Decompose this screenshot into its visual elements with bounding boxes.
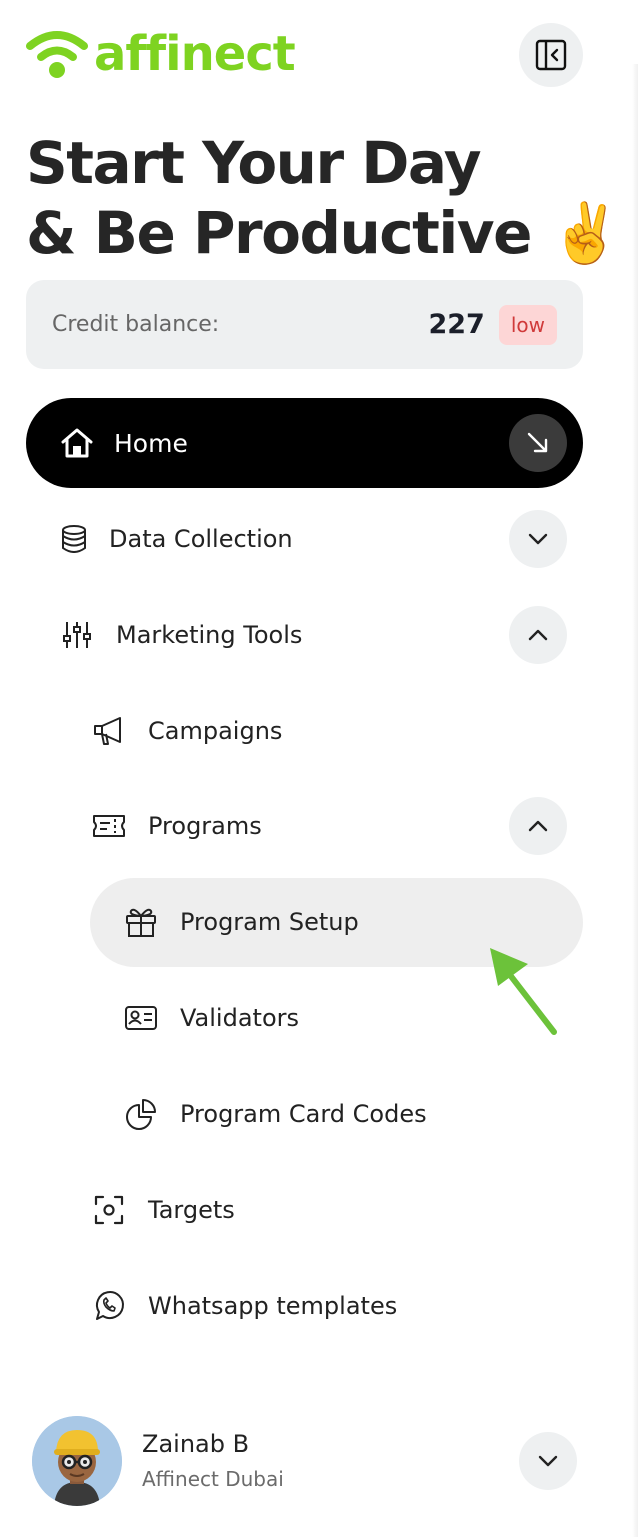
- chevron-down-icon: [527, 532, 549, 546]
- headline-line-2-text: & Be Productive: [26, 199, 532, 267]
- credit-balance-value: 227: [428, 309, 485, 340]
- credit-balance-card: Credit balance: 227 low: [26, 280, 583, 369]
- scan-icon: [92, 1194, 126, 1226]
- victory-hand-emoji: ✌️: [549, 199, 622, 267]
- nav-item-validators[interactable]: Validators: [124, 994, 299, 1042]
- credit-status-badge: low: [498, 304, 557, 345]
- ticket-icon: [92, 813, 126, 839]
- headline-line-1: Start Your Day: [26, 129, 482, 197]
- home-icon: [60, 426, 94, 460]
- brand-name: affinect: [94, 26, 296, 82]
- pie-chart-icon: [124, 1097, 158, 1131]
- nav-item-programs-label: Programs: [148, 812, 262, 840]
- nav-item-programs[interactable]: Programs: [92, 802, 262, 850]
- nav-item-program-setup-label: Program Setup: [180, 908, 359, 936]
- chevron-up-icon: [527, 628, 549, 642]
- programs-collapse-button[interactable]: [509, 797, 567, 855]
- id-card-icon: [124, 1004, 158, 1032]
- user-menu-button[interactable]: [519, 1432, 577, 1490]
- marketing-tools-collapse-button[interactable]: [509, 606, 567, 664]
- nav-item-marketing-tools-label: Marketing Tools: [116, 621, 303, 649]
- chevron-down-icon: [537, 1454, 559, 1468]
- megaphone-icon: [92, 715, 126, 747]
- headline-line-2: & Be Productive ✌️: [26, 198, 622, 268]
- sliders-icon: [62, 620, 92, 650]
- nav-item-home[interactable]: Home: [26, 398, 583, 488]
- gift-icon: [124, 905, 158, 939]
- nav-item-campaigns[interactable]: Campaigns: [92, 707, 282, 755]
- page-headline: Start Your Day & Be Productive ✌️: [26, 128, 622, 268]
- nav-item-data-collection-label: Data Collection: [109, 525, 293, 553]
- collapse-sidebar-button[interactable]: [519, 23, 583, 87]
- annotation-arrow: [490, 948, 557, 1035]
- user-organization: Affinect Dubai: [142, 1467, 284, 1491]
- home-open-button[interactable]: [509, 414, 567, 472]
- nav-item-campaigns-label: Campaigns: [148, 717, 283, 745]
- user-name: Zainab B: [142, 1430, 250, 1458]
- nav-item-marketing-tools[interactable]: Marketing Tools: [62, 611, 302, 659]
- sidebar-edge-shadow: [632, 64, 638, 1537]
- nav-item-home-label: Home: [114, 428, 188, 458]
- whatsapp-icon: [92, 1289, 126, 1323]
- chevron-up-icon: [527, 819, 549, 833]
- database-icon: [60, 525, 88, 553]
- nav-item-program-card-codes-label: Program Card Codes: [180, 1100, 427, 1128]
- nav-item-whatsapp-templates[interactable]: Whatsapp templates: [92, 1282, 397, 1330]
- nav-item-data-collection[interactable]: Data Collection: [60, 515, 293, 563]
- data-collection-expand-button[interactable]: [509, 510, 567, 568]
- nav-item-whatsapp-templates-label: Whatsapp templates: [148, 1292, 398, 1320]
- nav-item-validators-label: Validators: [180, 1004, 300, 1032]
- wifi-logo-icon: [26, 28, 88, 80]
- nav-item-targets[interactable]: Targets: [92, 1186, 235, 1234]
- avatar[interactable]: [32, 1416, 122, 1506]
- nav-item-targets-label: Targets: [148, 1196, 235, 1224]
- arrow-down-right-icon: [525, 430, 551, 456]
- brand-logo[interactable]: affinect: [26, 26, 296, 82]
- nav-item-program-setup[interactable]: Program Setup: [124, 898, 359, 946]
- sidebar-collapse-icon: [535, 39, 567, 71]
- credit-balance-label: Credit balance:: [52, 312, 220, 337]
- nav-item-program-card-codes[interactable]: Program Card Codes: [124, 1090, 427, 1138]
